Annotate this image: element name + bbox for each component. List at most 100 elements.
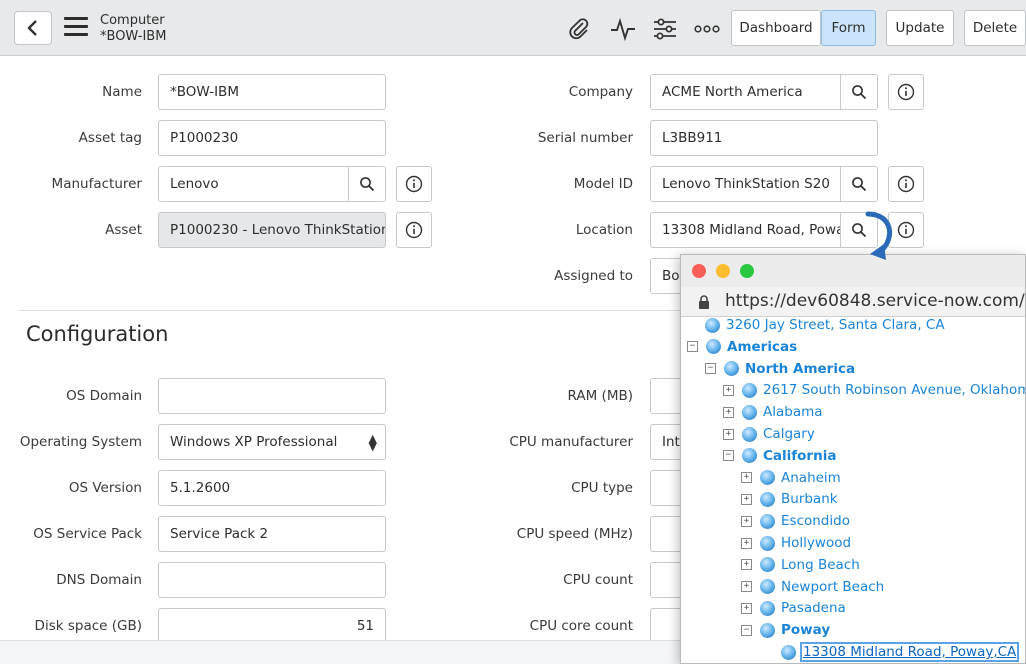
- tree-node: − North America: [705, 359, 855, 379]
- tree-node: +2617 South Robinson Avenue, Oklahoma C: [723, 380, 1025, 400]
- expand-icon[interactable]: +: [741, 493, 752, 505]
- cpu-count-label: CPU count: [563, 572, 633, 588]
- tree-node-link[interactable]: Newport Beach: [781, 579, 884, 595]
- tree-node: + Alabama: [723, 402, 823, 422]
- tree-node: + Hollywood: [741, 533, 851, 553]
- tree-node-link[interactable]: Burbank: [781, 491, 838, 507]
- close-window-button[interactable]: [692, 264, 706, 278]
- dashboard-button[interactable]: Dashboard: [731, 10, 821, 46]
- globe-icon: [760, 470, 775, 486]
- select-arrows-icon: ▲ ▼: [368, 432, 377, 453]
- globe-icon: [724, 361, 739, 377]
- model-id-lookup-button[interactable]: [840, 166, 878, 202]
- tree-node-link[interactable]: Poway: [781, 622, 830, 638]
- location-field[interactable]: 13308 Midland Road, Poway: [650, 212, 841, 248]
- os-domain-field[interactable]: [158, 378, 386, 414]
- tree-node: − Americas: [687, 337, 797, 357]
- tree-node-link[interactable]: Long Beach: [781, 557, 860, 573]
- more-icon[interactable]: [694, 16, 720, 42]
- tree-node: + Escondido: [741, 511, 850, 531]
- asset-tag-label: Asset tag: [78, 130, 142, 146]
- settings-sliders-icon[interactable]: [652, 16, 678, 42]
- tree-node-link[interactable]: 13308 Midland Road, Poway,CA: [799, 642, 1020, 662]
- minimize-window-button[interactable]: [716, 264, 730, 278]
- tree-node-link[interactable]: Anaheim: [781, 470, 841, 486]
- globe-icon: [760, 600, 775, 616]
- form-button[interactable]: Form: [821, 10, 876, 46]
- collapse-icon[interactable]: −: [705, 363, 716, 375]
- expand-icon[interactable]: +: [741, 559, 752, 571]
- popup-titlebar: [681, 255, 1025, 287]
- paperclip-icon[interactable]: [566, 16, 592, 42]
- tree-node-link[interactable]: Escondido: [781, 513, 850, 529]
- expand-icon[interactable]: +: [741, 602, 752, 614]
- os-service-pack-field[interactable]: Service Pack 2: [158, 516, 386, 552]
- manufacturer-field[interactable]: Lenovo: [158, 166, 349, 202]
- collapse-icon[interactable]: −: [723, 450, 734, 462]
- disk-space-label: Disk space (GB): [34, 618, 142, 634]
- model-id-info-button[interactable]: [888, 166, 924, 202]
- model-id-label: Model ID: [573, 176, 633, 192]
- tree-node-link[interactable]: Hollywood: [781, 535, 851, 551]
- globe-icon: [760, 513, 775, 529]
- serial-number-field[interactable]: L3BB911: [650, 120, 878, 156]
- delete-button[interactable]: Delete: [964, 10, 1026, 46]
- dns-domain-field[interactable]: [158, 562, 386, 598]
- expand-icon[interactable]: +: [723, 406, 734, 418]
- info-icon: [897, 83, 915, 101]
- collapse-icon[interactable]: −: [687, 341, 698, 353]
- dns-domain-label: DNS Domain: [56, 572, 142, 588]
- serial-number-label: Serial number: [537, 130, 633, 146]
- tree-node-link[interactable]: 3260 Jay Street, Santa Clara, CA: [726, 317, 945, 333]
- disk-space-field[interactable]: 51: [158, 608, 386, 644]
- company-info-button[interactable]: [888, 74, 924, 110]
- info-icon: [897, 175, 915, 193]
- back-button[interactable]: [14, 11, 52, 45]
- company-field[interactable]: ACME North America: [650, 74, 841, 110]
- tree-node-link[interactable]: 2617 South Robinson Avenue, Oklahoma C: [763, 382, 1025, 398]
- search-icon: [360, 177, 375, 192]
- tree-node-link[interactable]: Alabama: [763, 404, 823, 420]
- name-field[interactable]: *BOW-IBM: [158, 74, 386, 110]
- globe-icon: [706, 339, 721, 355]
- expand-icon[interactable]: +: [741, 537, 752, 549]
- hamburger-icon[interactable]: [64, 17, 88, 37]
- curved-arrow-icon: [865, 211, 892, 260]
- update-button[interactable]: Update: [886, 10, 954, 46]
- activity-icon[interactable]: [610, 16, 636, 42]
- tree-node-link[interactable]: Calgary: [763, 426, 815, 442]
- expand-icon[interactable]: +: [741, 581, 752, 593]
- back-icon: [27, 20, 37, 36]
- operating-system-select[interactable]: Windows XP Professional ▲ ▼: [158, 424, 386, 460]
- collapse-icon[interactable]: −: [741, 624, 752, 636]
- tree-node-link[interactable]: Americas: [727, 339, 797, 355]
- manufacturer-label: Manufacturer: [51, 176, 142, 192]
- tree-node: + Newport Beach: [741, 577, 884, 597]
- globe-icon: [742, 426, 757, 442]
- expand-icon[interactable]: +: [741, 515, 752, 527]
- configuration-section-title: Configuration: [26, 322, 169, 346]
- manufacturer-info-button[interactable]: [396, 166, 432, 202]
- globe-icon: [742, 382, 757, 398]
- asset-label: Asset: [105, 222, 142, 238]
- os-version-label: OS Version: [68, 480, 142, 496]
- expand-icon[interactable]: +: [723, 428, 734, 440]
- tree-node-link[interactable]: Pasadena: [781, 600, 846, 616]
- model-id-field[interactable]: Lenovo ThinkStation S20: [650, 166, 841, 202]
- asset-info-button[interactable]: [396, 212, 432, 248]
- tree-node: + Long Beach: [741, 555, 860, 575]
- tree-node-link[interactable]: North America: [745, 361, 855, 377]
- os-version-field[interactable]: 5.1.2600: [158, 470, 386, 506]
- expand-icon[interactable]: +: [741, 472, 752, 484]
- maximize-window-button[interactable]: [740, 264, 754, 278]
- tree-node: + Pasadena: [741, 598, 846, 618]
- company-lookup-button[interactable]: [840, 74, 878, 110]
- asset-tag-field[interactable]: P1000230: [158, 120, 386, 156]
- os-domain-label: OS Domain: [66, 388, 142, 404]
- tree-node-link[interactable]: California: [763, 448, 836, 464]
- manufacturer-lookup-button[interactable]: [348, 166, 386, 202]
- company-label: Company: [568, 84, 633, 100]
- info-icon: [405, 175, 423, 193]
- expand-icon[interactable]: +: [723, 384, 734, 396]
- assigned-to-label: Assigned to: [554, 268, 633, 284]
